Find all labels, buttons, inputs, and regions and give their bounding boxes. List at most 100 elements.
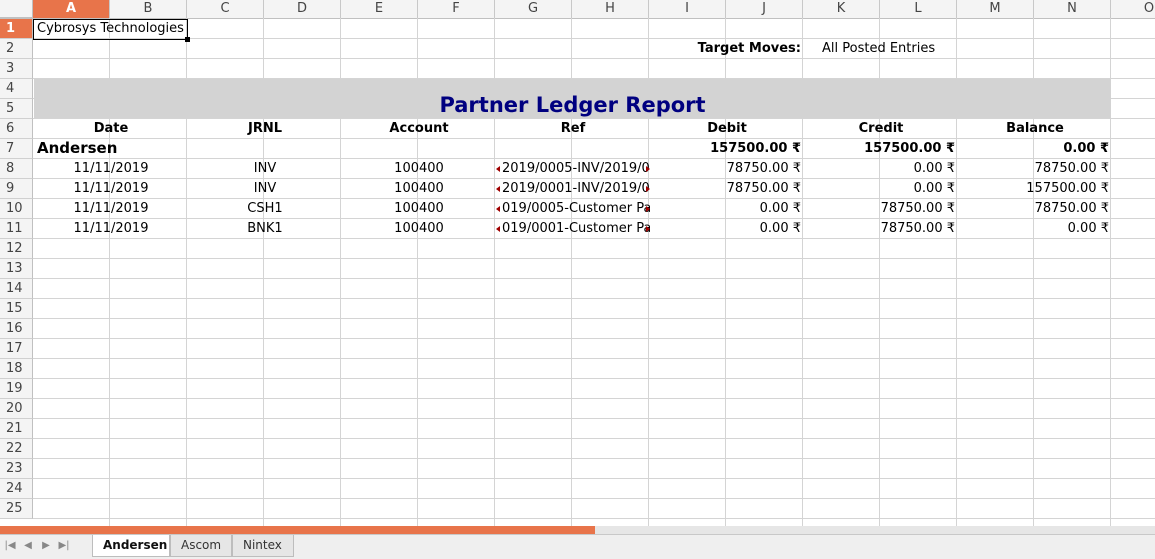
select-all-corner[interactable] (0, 0, 33, 18)
spreadsheet-grid[interactable]: ABCDEFGHIJKLMNO 1 2 3 4 5 6 7 8 9 10 11 12 13 14 15 16 1… (0, 0, 1155, 526)
horizontal-scroll-thumb[interactable] (0, 526, 595, 534)
column-header-c[interactable]: C (187, 0, 264, 18)
row-header-4[interactable]: 4 (0, 79, 33, 99)
sheet-tab-ascom[interactable]: Ascom (170, 535, 232, 557)
row-header-19[interactable]: 19 (0, 379, 33, 399)
row-header-3[interactable]: 3 (0, 59, 33, 79)
column-header-e[interactable]: E (341, 0, 418, 18)
partner-debit-total[interactable]: 157500.00 ₹ (650, 139, 804, 159)
row-header-13[interactable]: 13 (0, 259, 33, 279)
row-header-14[interactable]: 14 (0, 279, 33, 299)
row-header-1[interactable]: 1 (0, 19, 33, 39)
row-header-7[interactable]: 7 (0, 139, 33, 159)
line-debit[interactable]: 78750.00 ₹ (650, 159, 804, 179)
row-header-5[interactable]: 5 (0, 99, 33, 119)
line-credit[interactable]: 78750.00 ₹ (804, 219, 958, 239)
column-header-d[interactable]: D (264, 0, 341, 18)
line-ref[interactable]: 2019/0001-INV/2019/0 (499, 179, 650, 199)
row-header-25[interactable]: 25 (0, 499, 33, 519)
fill-handle[interactable] (185, 37, 190, 42)
next-sheet-icon[interactable]: ▶ (40, 539, 52, 553)
target-moves-label[interactable]: Target Moves: (650, 39, 804, 59)
header-balance[interactable]: Balance (958, 119, 1112, 139)
sheet-tab-andersen[interactable]: Andersen (92, 535, 170, 557)
line-credit[interactable]: 0.00 ₹ (804, 159, 958, 179)
line-balance[interactable]: 78750.00 ₹ (958, 159, 1112, 179)
last-sheet-icon[interactable]: ▶| (58, 539, 70, 553)
column-header-a[interactable]: A (33, 0, 110, 18)
line-balance[interactable]: 78750.00 ₹ (958, 199, 1112, 219)
row-header-6[interactable]: 6 (0, 119, 33, 139)
header-credit[interactable]: Credit (804, 119, 958, 139)
line-ref[interactable]: 2019/0005-INV/2019/0 (499, 159, 650, 179)
row-header-12[interactable]: 12 (0, 239, 33, 259)
line-jrnl[interactable]: INV (188, 179, 342, 199)
target-moves-value[interactable]: All Posted Entries (819, 39, 1019, 59)
row-header-18[interactable]: 18 (0, 359, 33, 379)
column-header-i[interactable]: I (649, 0, 726, 18)
line-jrnl[interactable]: BNK1 (188, 219, 342, 239)
line-date[interactable]: 11/11/2019 (34, 159, 188, 179)
row-gridline (33, 278, 1155, 279)
row-header-21[interactable]: 21 (0, 419, 33, 439)
line-account[interactable]: 100400 (342, 219, 496, 239)
line-ref[interactable]: 019/0005-Customer Pa (499, 199, 650, 219)
row-header-23[interactable]: 23 (0, 459, 33, 479)
header-debit[interactable]: Debit (650, 119, 804, 139)
row-header-22[interactable]: 22 (0, 439, 33, 459)
line-credit[interactable]: 0.00 ₹ (804, 179, 958, 199)
line-debit[interactable]: 0.00 ₹ (650, 219, 804, 239)
line-account[interactable]: 100400 (342, 179, 496, 199)
line-jrnl[interactable]: INV (188, 159, 342, 179)
text-overflow-indicator-icon (496, 166, 500, 172)
row-gridline (33, 378, 1155, 379)
line-account[interactable]: 100400 (342, 159, 496, 179)
line-debit[interactable]: 0.00 ₹ (650, 199, 804, 219)
horizontal-scrollbar[interactable] (0, 526, 1155, 534)
line-ref[interactable]: 019/0001-Customer Pa (499, 219, 650, 239)
report-title[interactable]: Partner Ledger Report (34, 92, 1111, 118)
line-credit[interactable]: 78750.00 ₹ (804, 199, 958, 219)
sheet-tab-nintex[interactable]: Nintex (232, 535, 294, 557)
line-debit[interactable]: 78750.00 ₹ (650, 179, 804, 199)
row-header-17[interactable]: 17 (0, 339, 33, 359)
row-header-8[interactable]: 8 (0, 159, 33, 179)
column-header-g[interactable]: G (495, 0, 572, 18)
row-header-10[interactable]: 10 (0, 199, 33, 219)
row-header-24[interactable]: 24 (0, 479, 33, 499)
line-jrnl[interactable]: CSH1 (188, 199, 342, 219)
column-header-o[interactable]: O (1111, 0, 1155, 18)
column-header-f[interactable]: F (418, 0, 495, 18)
row-header-16[interactable]: 16 (0, 319, 33, 339)
first-sheet-icon[interactable]: |◀ (4, 539, 16, 553)
row-header-15[interactable]: 15 (0, 299, 33, 319)
row-gridline (33, 398, 1155, 399)
header-jrnl[interactable]: JRNL (188, 119, 342, 139)
column-header-b[interactable]: B (110, 0, 187, 18)
line-balance[interactable]: 157500.00 ₹ (958, 179, 1112, 199)
header-account[interactable]: Account (342, 119, 496, 139)
line-date[interactable]: 11/11/2019 (34, 199, 188, 219)
row-header-20[interactable]: 20 (0, 399, 33, 419)
column-header-l[interactable]: L (880, 0, 957, 18)
row-header-11[interactable]: 11 (0, 219, 33, 239)
row-gridline (33, 418, 1155, 419)
line-account[interactable]: 100400 (342, 199, 496, 219)
row-header-2[interactable]: 2 (0, 39, 33, 59)
line-date[interactable]: 11/11/2019 (34, 179, 188, 199)
row-header-9[interactable]: 9 (0, 179, 33, 199)
column-header-j[interactable]: J (726, 0, 803, 18)
prev-sheet-icon[interactable]: ◀ (22, 539, 34, 553)
line-date[interactable]: 11/11/2019 (34, 219, 188, 239)
partner-balance-total[interactable]: 0.00 ₹ (958, 139, 1112, 159)
row-gridline (33, 338, 1155, 339)
header-date[interactable]: Date (34, 119, 188, 139)
column-header-n[interactable]: N (1034, 0, 1111, 18)
column-header-k[interactable]: K (803, 0, 880, 18)
column-header-h[interactable]: H (572, 0, 649, 18)
header-ref[interactable]: Ref (496, 119, 650, 139)
line-balance[interactable]: 0.00 ₹ (958, 219, 1112, 239)
column-header-m[interactable]: M (957, 0, 1034, 18)
partner-name[interactable]: Andersen (34, 138, 342, 158)
partner-credit-total[interactable]: 157500.00 ₹ (804, 139, 958, 159)
